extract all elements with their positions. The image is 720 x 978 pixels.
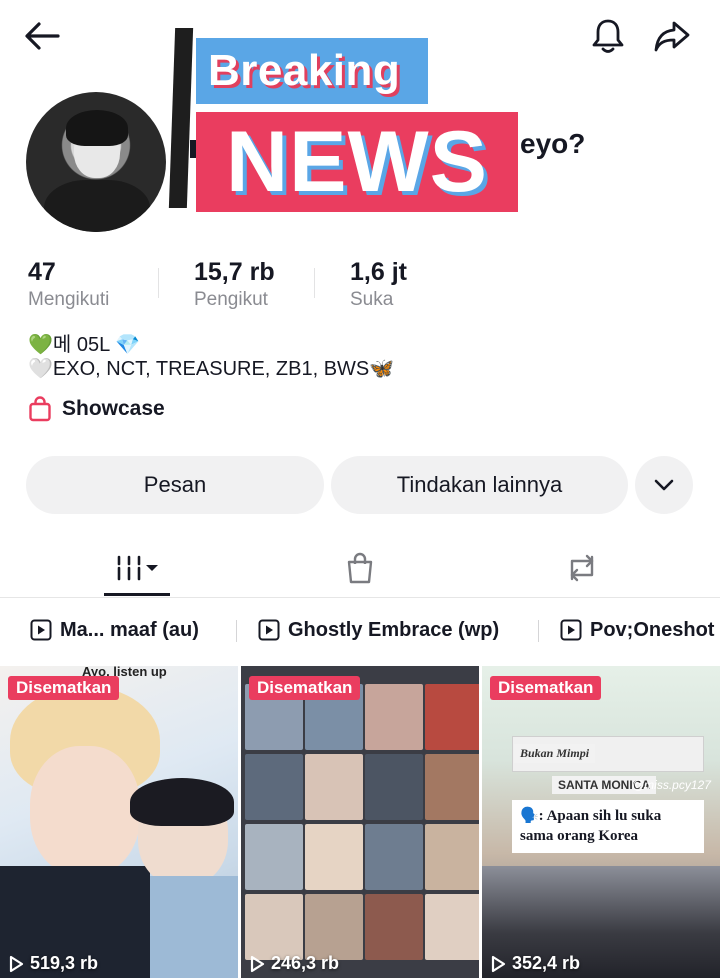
view-count-value: 352,4 rb: [512, 953, 581, 973]
notification-button[interactable]: [586, 14, 630, 58]
play-square-icon: [560, 619, 582, 641]
bio-line-1: 💚메 05L 💎: [28, 334, 140, 356]
avatar-figure-body: [44, 180, 150, 232]
view-count: 352,4 rb: [490, 953, 580, 974]
play-square-icon: [258, 619, 280, 641]
stat-label: Suka: [350, 289, 394, 310]
showcase-label: Showcase: [62, 397, 165, 420]
pinned-badge: Disematkan: [249, 676, 361, 700]
stat-divider: [158, 268, 159, 298]
arrow-left-icon: [25, 22, 60, 50]
thumbnail-handle: @miss.pcy127: [632, 778, 711, 792]
bell-icon: [592, 19, 624, 53]
stat-label: Mengikuti: [28, 289, 110, 310]
tabs-divider: [0, 597, 720, 598]
bio-line-2: 🤍EXO, NCT, TREASURE, ZB1, BWS🦋: [28, 358, 395, 380]
playlist-divider: [538, 620, 539, 642]
playlist-label: Pov;Oneshot: [590, 618, 715, 641]
playlist-label: Ma... maaf (au): [60, 618, 199, 641]
news-label: NEWS: [196, 112, 518, 212]
share-arrow-icon: [654, 21, 690, 52]
shopping-bag-icon: [29, 396, 51, 422]
pinned-badge: Disematkan: [8, 676, 120, 700]
playlist-chip[interactable]: Ma... maaf (au): [30, 614, 199, 646]
tab-videos[interactable]: [17, 540, 257, 596]
share-button[interactable]: [650, 14, 694, 58]
showcase-link[interactable]: Showcase: [28, 396, 165, 422]
stat-label: Pengikut: [194, 289, 268, 310]
video-thumbnail[interactable]: Ayo, listen up Disematkan 519,3 rb: [0, 666, 238, 978]
thumbnail-caption: 🗣️: Apaan sih lu suka sama orang Korea: [512, 800, 704, 853]
playlist-chip[interactable]: Pov;Oneshot: [560, 614, 714, 646]
play-icon: [9, 955, 24, 972]
shopping-bag-icon: [347, 552, 373, 584]
view-count-value: 519,3 rb: [30, 953, 99, 973]
chevron-down-icon: [654, 479, 674, 491]
second-person-body: [150, 876, 238, 978]
stat-value: 15,7 rb: [194, 258, 275, 286]
videos-grid-icon: [117, 555, 158, 581]
breaking-news-label: Breaking: [196, 38, 428, 104]
play-square-icon: [30, 619, 52, 641]
second-person-hair: [130, 778, 234, 826]
back-button[interactable]: [20, 14, 64, 58]
expand-suggestions-button[interactable]: [635, 456, 693, 514]
video-thumbnail[interactable]: Bukan Mimpi SANTA MONICA @miss.pcy127 🗣️…: [482, 666, 720, 978]
view-count-value: 246,3 rb: [271, 953, 340, 973]
view-count: 246,3 rb: [249, 953, 339, 974]
stat-value: 1,6 jt: [350, 258, 407, 286]
more-actions-button[interactable]: Tindakan lainnya: [331, 456, 628, 514]
avatar[interactable]: [26, 92, 166, 232]
stat-following[interactable]: 47 Mengikuti: [28, 258, 109, 311]
view-count: 519,3 rb: [8, 953, 98, 974]
message-button[interactable]: Pesan: [26, 456, 324, 514]
video-thumbnail[interactable]: Disematkan 246,3 rb: [241, 666, 479, 978]
person-face: [30, 746, 140, 876]
profile-name: eyo?: [520, 128, 586, 159]
play-icon: [491, 955, 506, 972]
tab-reposts[interactable]: [462, 540, 702, 596]
playlist-chip[interactable]: Ghostly Embrace (wp): [258, 614, 499, 646]
repost-icon: [570, 554, 594, 582]
stat-followers[interactable]: 15,7 rb Pengikut: [194, 258, 275, 311]
tab-shop[interactable]: [240, 540, 480, 596]
playlist-divider: [236, 620, 237, 642]
stat-value: 47: [28, 258, 56, 286]
breaking-news-bar: [168, 28, 194, 208]
avatar-figure-hair: [66, 110, 128, 146]
play-icon: [250, 955, 265, 972]
active-tab-indicator: [104, 593, 170, 596]
playlist-label: Ghostly Embrace (wp): [288, 618, 500, 641]
pinned-badge: Disematkan: [490, 676, 602, 700]
stat-divider: [314, 268, 315, 298]
thumbnail-caption-top: Bukan Mimpi: [514, 744, 596, 763]
stat-likes[interactable]: 1,6 jt Suka: [350, 258, 407, 311]
